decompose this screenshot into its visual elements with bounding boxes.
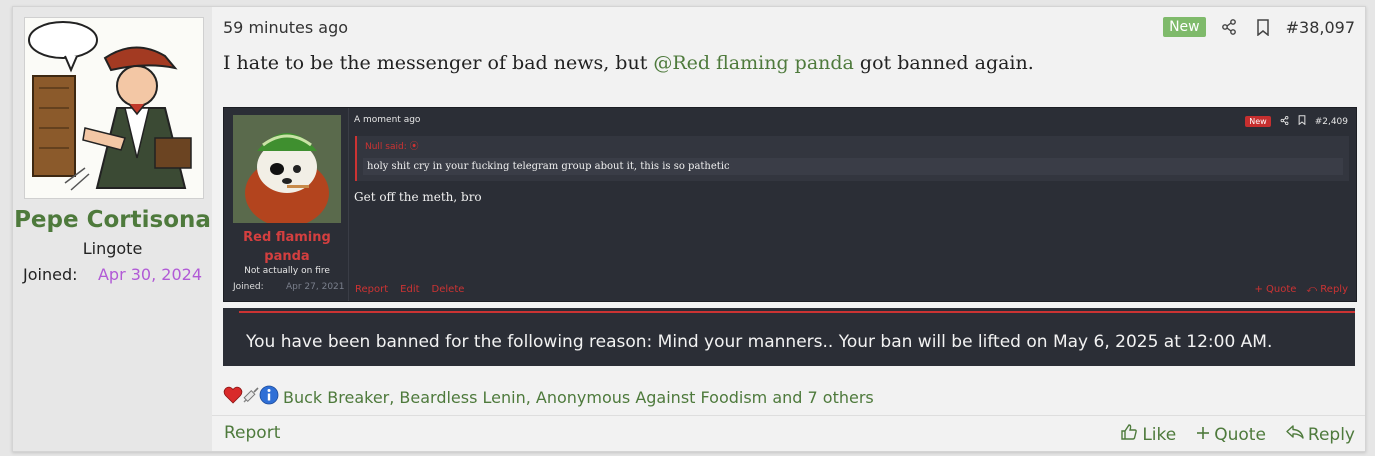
post-message: I hate to be the messenger of bad news, … xyxy=(223,52,1034,74)
post-number[interactable]: #38,097 xyxy=(1286,18,1355,37)
new-badge: New xyxy=(1163,17,1206,37)
embedded-joined-date: Apr 27, 2021 xyxy=(286,282,345,292)
embedded-share-icon xyxy=(1280,115,1289,128)
post-time[interactable]: 59 minutes ago xyxy=(223,18,348,37)
embedded-footer-right: + Quote ⤺ Reply xyxy=(1254,284,1348,295)
thumbs-up-icon xyxy=(1120,423,1138,446)
embedded-quote: Null said: ⦿ holy shit cry in your fucki… xyxy=(355,136,1349,181)
embedded-actions: New #2,409 xyxy=(1245,115,1348,128)
syringe-icon xyxy=(241,385,261,409)
post-main: 59 minutes ago New #38,097 I hate to be … xyxy=(212,7,1365,451)
embedded-divider xyxy=(348,108,349,301)
post-actions: New #38,097 xyxy=(1163,16,1355,38)
ban-notice-text: You have been banned for the following r… xyxy=(246,332,1273,352)
embedded-post-number: #2,409 xyxy=(1314,116,1348,127)
embedded-quote-text: holy shit cry in your fucking telegram g… xyxy=(363,158,1343,175)
reaction-users[interactable]: Buck Breaker, Beardless Lenin, Anonymous… xyxy=(283,388,874,407)
embedded-quote-button: + Quote xyxy=(1254,284,1297,295)
user-mention[interactable]: @Red flaming panda xyxy=(653,52,854,74)
joined-date: Apr 30, 2024 xyxy=(97,265,202,284)
embedded-footer-left: Report Edit Delete xyxy=(355,284,464,295)
embedded-quote-text-span: holy shit cry in your fucking telegram g… xyxy=(367,161,730,172)
embedded-time: A moment ago xyxy=(354,115,421,125)
quote-button[interactable]: Quote xyxy=(1196,425,1266,445)
reply-icon xyxy=(1286,424,1304,445)
report-link[interactable]: Report xyxy=(224,423,280,443)
author-title: Lingote xyxy=(82,239,143,258)
embedded-report: Report xyxy=(355,284,389,295)
embedded-quote-author: Null said: ⦿ xyxy=(365,142,419,152)
embedded-joined-label: Joined: xyxy=(233,282,264,292)
footer-divider xyxy=(212,415,1365,416)
embedded-bookmark-icon xyxy=(1298,115,1306,128)
like-button[interactable]: Like xyxy=(1120,423,1176,446)
footer-actions: Like Quote Reply xyxy=(1120,423,1355,446)
embedded-screenshot-post[interactable]: Red flaming panda Not actually on fire J… xyxy=(223,107,1357,302)
message-text-after: got banned again. xyxy=(853,52,1034,74)
embedded-delete: Delete xyxy=(431,284,465,295)
embedded-reply-button: ⤺ Reply xyxy=(1306,284,1348,295)
message-text-before: I hate to be the messenger of bad news, … xyxy=(223,52,654,74)
share-icon[interactable] xyxy=(1218,16,1240,38)
author-name[interactable]: Pepe Cortisona xyxy=(13,207,212,233)
post-container: Pepe Cortisona Lingote Joined: Apr 30, 2… xyxy=(12,6,1366,452)
embedded-screenshot-ban[interactable]: You have been banned for the following r… xyxy=(223,308,1355,366)
embedded-edit: Edit xyxy=(400,284,420,295)
heart-icon xyxy=(223,385,243,409)
embedded-new-badge: New xyxy=(1245,116,1271,127)
embedded-user-name: Red flaming panda xyxy=(243,230,331,264)
avatar-image xyxy=(25,18,203,198)
like-label: Like xyxy=(1142,424,1177,445)
user-sidebar: Pepe Cortisona Lingote Joined: Apr 30, 2… xyxy=(13,7,212,451)
ban-red-line xyxy=(239,311,1355,313)
embedded-avatar xyxy=(233,115,341,223)
info-icon xyxy=(259,385,279,409)
plus-icon xyxy=(1196,425,1210,445)
reply-button[interactable]: Reply xyxy=(1286,424,1355,445)
avatar[interactable] xyxy=(24,17,204,199)
joined-label: Joined: xyxy=(23,265,78,284)
embedded-body: Get off the meth, bro xyxy=(354,190,482,204)
bookmark-icon[interactable] xyxy=(1252,16,1274,38)
embedded-user-title: Not actually on fire xyxy=(244,266,330,276)
quote-label: Quote xyxy=(1214,424,1266,445)
reactions-bar[interactable]: Buck Breaker, Beardless Lenin, Anonymous… xyxy=(223,385,874,409)
reply-label: Reply xyxy=(1307,424,1355,445)
